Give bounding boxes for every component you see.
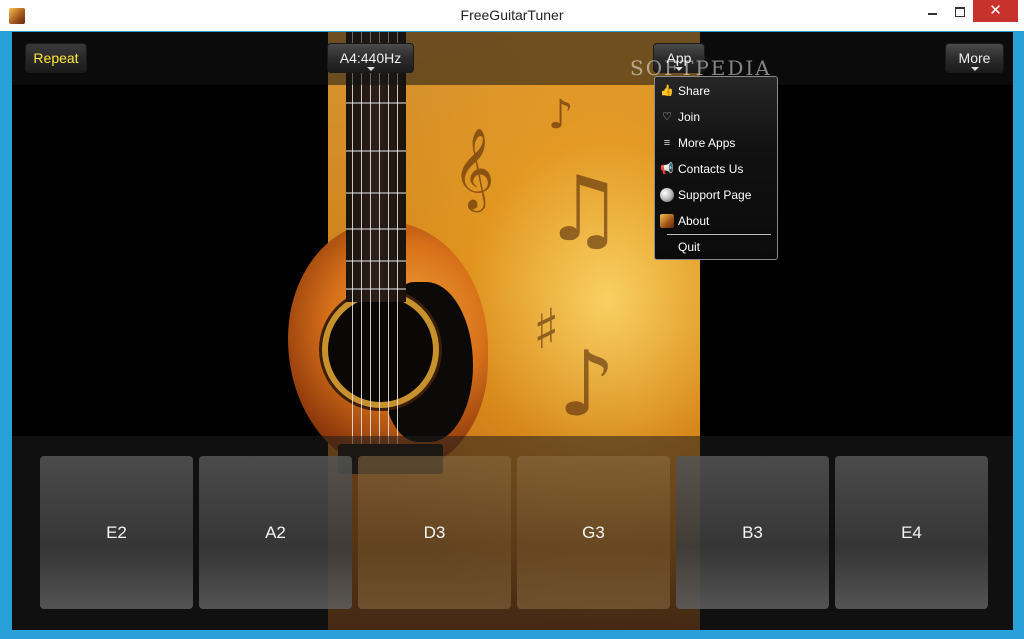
menu-item-share[interactable]: 👍 Share <box>655 78 777 104</box>
app-icon <box>660 214 674 228</box>
heart-icon: ♡ <box>662 111 672 123</box>
menu-item-support-page[interactable]: Support Page <box>655 182 777 208</box>
guitar-string <box>397 32 398 472</box>
menu-item-label: Quit <box>678 240 701 254</box>
reference-pitch-label: A4:440Hz <box>339 50 402 66</box>
guitar-soundhole <box>328 297 433 402</box>
menu-item-join[interactable]: ♡ Join <box>655 104 777 130</box>
guitar-string <box>379 32 380 472</box>
minimize-button[interactable] <box>919 0 946 22</box>
globe-icon <box>660 188 674 202</box>
list-icon: ≡ <box>663 137 671 149</box>
tuner-client-area: 𝄞 ♪ ♫ ♯ ♪ Repeat A4:440Hz App More SOFTP… <box>12 32 1013 630</box>
guitar-string <box>361 32 362 472</box>
maximize-icon <box>954 6 965 17</box>
menu-item-label: Contacts Us <box>678 162 744 176</box>
minimize-icon <box>928 12 937 15</box>
more-button[interactable]: More <box>945 43 1004 73</box>
music-note-icon: ♪ <box>558 332 616 437</box>
menu-item-about[interactable]: About <box>655 208 777 234</box>
menu-item-contacts[interactable]: 📢 Contacts Us <box>655 156 777 182</box>
window-title: FreeGuitarTuner <box>460 7 564 23</box>
close-icon: ✕ <box>989 2 1002 19</box>
menu-item-label: More Apps <box>678 136 736 150</box>
music-note-icon: ♪ <box>548 92 574 138</box>
string-button-g3[interactable]: G3 <box>517 456 670 609</box>
string-button-b3[interactable]: B3 <box>676 456 829 609</box>
treble-clef-icon: 𝄞 <box>453 127 495 209</box>
more-label: More <box>958 50 991 66</box>
reference-pitch-button[interactable]: A4:440Hz <box>327 43 414 73</box>
guitar-string <box>352 32 353 472</box>
sharp-icon: ♯ <box>533 297 560 361</box>
string-button-d3[interactable]: D3 <box>358 456 511 609</box>
close-button[interactable]: ✕ <box>973 0 1018 22</box>
menu-item-quit[interactable]: Quit <box>655 234 777 260</box>
string-button-e2[interactable]: E2 <box>40 456 193 609</box>
app-dropdown-menu: 👍 Share ♡ Join ≡ More Apps 📢 Contacts Us… <box>654 76 778 260</box>
repeat-button[interactable]: Repeat <box>25 43 87 73</box>
menu-item-label: Join <box>678 110 701 124</box>
menu-item-label: About <box>678 214 710 228</box>
top-toolbar <box>12 32 1013 85</box>
menu-item-label: Share <box>678 84 711 98</box>
menu-item-label: Support Page <box>678 188 752 202</box>
chevron-down-icon <box>366 67 375 71</box>
guitar-string <box>388 32 389 472</box>
share-icon: 👍 <box>660 85 674 97</box>
maximize-button[interactable] <box>946 0 973 22</box>
string-button-e4[interactable]: E4 <box>835 456 988 609</box>
string-button-a2[interactable]: A2 <box>199 456 352 609</box>
music-note-icon: ♫ <box>543 157 624 262</box>
megaphone-icon: 📢 <box>660 163 674 175</box>
string-buttons-panel: E2 A2 D3 G3 B3 E4 <box>12 436 1013 630</box>
menu-item-more-apps[interactable]: ≡ More Apps <box>655 130 777 156</box>
title-bar: FreeGuitarTuner ✕ <box>0 0 1024 31</box>
guitar-string <box>370 32 371 472</box>
chevron-down-icon <box>970 67 979 71</box>
